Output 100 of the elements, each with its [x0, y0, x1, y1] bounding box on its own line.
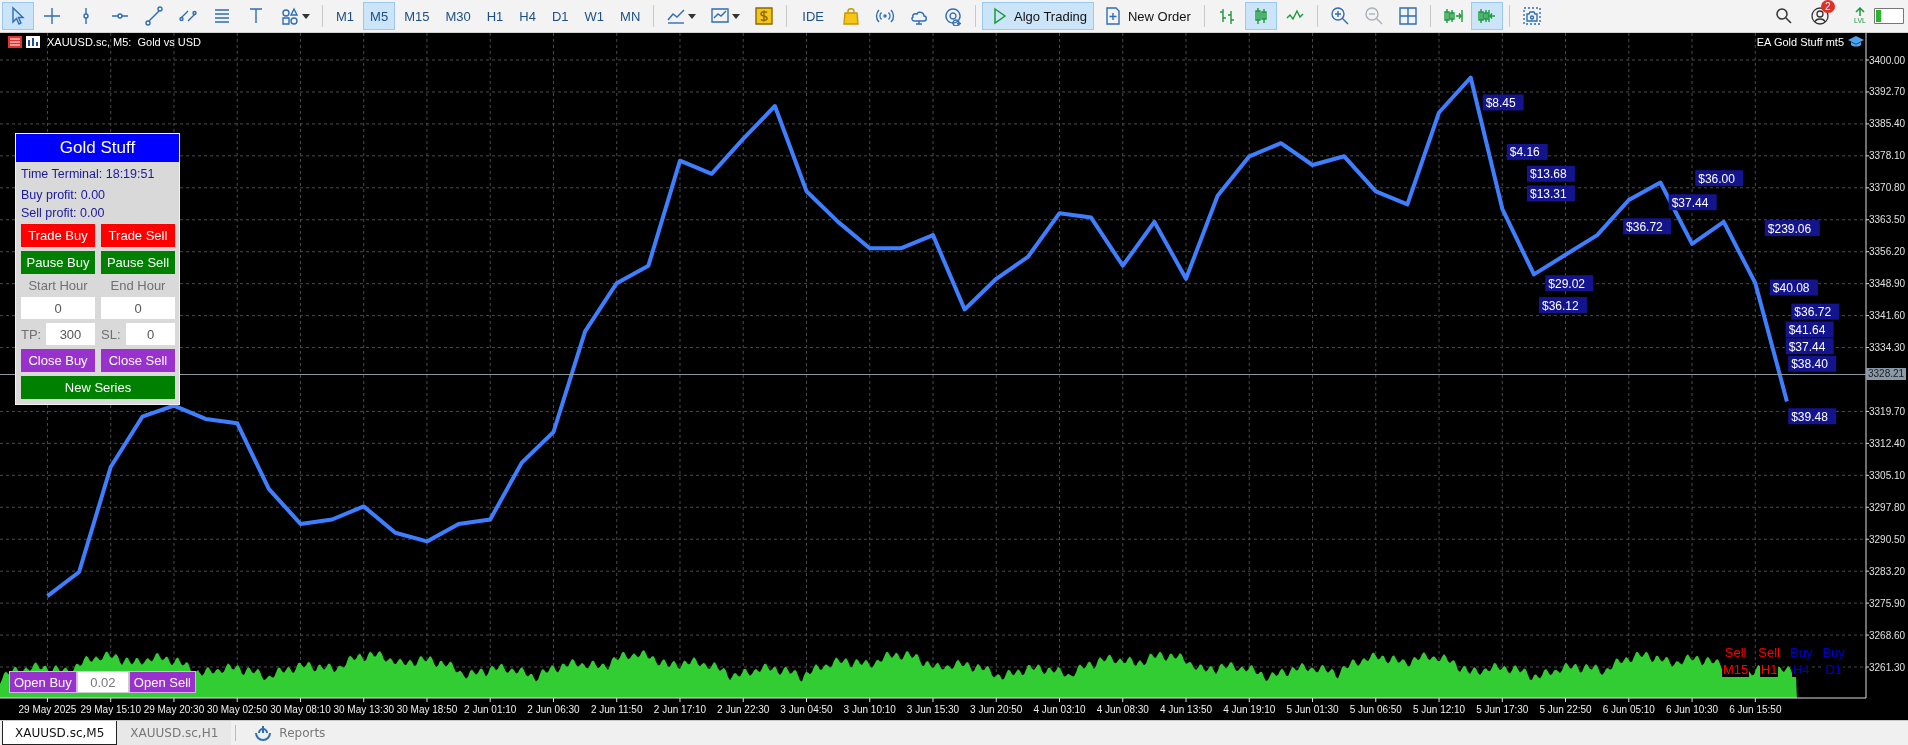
timeframe-button[interactable]: H1 — [479, 2, 511, 30]
time-axis-label: 30 May 08:10 — [270, 704, 331, 715]
annotation: $36.12 — [1541, 298, 1579, 313]
timeframe-button[interactable]: M15 — [397, 2, 437, 30]
time-axis-label: 3 Jun 20:50 — [970, 704, 1023, 715]
profit-label: $37.44 — [1668, 194, 1717, 211]
new-series-button[interactable]: New Series — [21, 376, 175, 399]
price-axis-label: 3297.80 — [1869, 501, 1906, 513]
price-axis-label: 3319.70 — [1869, 405, 1906, 417]
reports-tab[interactable]: Reports — [240, 721, 339, 745]
time-axis-label: 4 Jun 03:10 — [1033, 704, 1086, 715]
search-icon[interactable] — [1774, 6, 1794, 26]
annotation: $4.16 — [1509, 145, 1541, 160]
pause-button[interactable]: Pause Buy — [21, 251, 95, 274]
chart-tab[interactable]: XAUUSD.sc,H1 — [117, 721, 232, 745]
drawing-tool-button[interactable] — [2, 2, 34, 30]
ide-button[interactable]: IDE — [793, 2, 833, 30]
time-axis-label: 6 Jun 05:10 — [1602, 704, 1655, 715]
trade-button[interactable]: Trade Sell — [101, 224, 175, 247]
timeframe-button[interactable]: M30 — [438, 2, 478, 30]
new-order-button[interactable]: New Order — [1096, 2, 1198, 30]
signal-timeframe: M15 — [1722, 662, 1750, 677]
time-axis-label: 2 Jun 01:10 — [464, 704, 517, 715]
open-buy-button[interactable]: Open Buy — [9, 671, 77, 693]
time-axis-label: 4 Jun 19:10 — [1223, 704, 1276, 715]
annotation: $40.08 — [1772, 281, 1810, 296]
start-hour-label: Start Hour — [27, 278, 89, 293]
zoom-out-icon — [1363, 6, 1384, 26]
profit-label: $36.00 — [1695, 170, 1744, 187]
tp-label: TP: — [21, 326, 43, 342]
annotation: $13.68 — [1529, 167, 1567, 182]
end-hour-label: End Hour — [109, 278, 167, 293]
pause-button[interactable]: Pause Sell — [101, 251, 175, 274]
shapes-icon — [280, 6, 300, 26]
timeframe-button[interactable]: M1 — [329, 2, 362, 30]
caret-icon — [302, 12, 310, 20]
time-axis-label: 30 May 18:50 — [396, 704, 458, 715]
chart-tab[interactable]: XAUUSD.sc,M5 — [2, 721, 118, 745]
reports-icon — [253, 723, 274, 743]
timeframe-button[interactable]: H4 — [512, 2, 543, 30]
start-hour-field[interactable]: 0 — [21, 297, 95, 319]
price-axis-label: 3348.90 — [1869, 278, 1906, 290]
time-axis-label: 2 Jun 11:50 — [590, 704, 643, 715]
timeframe-button[interactable]: D1 — [544, 2, 576, 30]
stop-loss-field[interactable]: 0 — [126, 323, 175, 345]
current-price-tag: 3328.21 — [1866, 368, 1906, 381]
chart-title: XAUUSD.sc, M5: Gold vs USD — [47, 36, 202, 48]
time-axis-label: 5 Jun 12:10 — [1412, 704, 1466, 715]
time-axis-label: 6 Jun 15:50 — [1729, 704, 1782, 715]
profit-label: $39.48 — [1788, 408, 1837, 425]
price-axis-label: 3392.70 — [1869, 86, 1906, 98]
price-axis-label: 3356.20 — [1869, 246, 1906, 258]
signal-timeframe: D1 — [1824, 662, 1843, 677]
price-axis-label: 3305.10 — [1869, 469, 1906, 481]
timeframe-button[interactable]: W1 — [577, 2, 612, 30]
caret-icon — [732, 12, 741, 20]
time-axis-label: 4 Jun 13:50 — [1159, 704, 1213, 715]
annotation: $36.72 — [1794, 305, 1832, 320]
view-tool-button[interactable] — [1244, 2, 1277, 30]
profit-label: $36.72 — [1623, 218, 1672, 235]
price-axis-label: 3261.30 — [1869, 661, 1906, 673]
caret-icon — [688, 12, 697, 20]
time-axis-label: 29 May 2025 — [18, 704, 77, 715]
annotation: $29.02 — [1548, 276, 1586, 291]
time-axis-label: 5 Jun 01:30 — [1286, 704, 1339, 715]
close-button[interactable]: Close Buy — [21, 349, 95, 372]
buy-profit: Buy profit: 0.00 — [21, 188, 107, 202]
signal-label: Sell — [1757, 645, 1781, 660]
open-sell-button[interactable]: Open Sell — [128, 671, 196, 693]
time-axis-label: 6 Jun 10:30 — [1665, 704, 1719, 715]
annotation: $8.45 — [1485, 95, 1517, 110]
end-hour-field[interactable]: 0 — [101, 297, 175, 319]
profit-label: $36.12 — [1539, 297, 1587, 314]
time-axis-label: 30 May 13:30 — [333, 704, 394, 715]
timeframe-button[interactable]: MN — [613, 2, 648, 30]
time-axis-label: 5 Jun 06:50 — [1349, 704, 1402, 715]
price-axis-label: 3378.10 — [1869, 150, 1906, 162]
time-axis-label: 2 Jun 06:30 — [527, 704, 580, 715]
timeframe-button[interactable]: M5 — [363, 2, 396, 30]
time-axis-label: 4 Jun 08:30 — [1096, 704, 1149, 715]
annotation: $36.00 — [1698, 171, 1736, 186]
take-profit-field[interactable]: 300 — [46, 323, 95, 345]
chart-shift-icon — [1476, 6, 1497, 26]
upload-arrow-icon — [1854, 7, 1866, 17]
bar-chart-icon — [26, 36, 40, 48]
expert-name: EA Gold Stuff mt5 — [1756, 36, 1844, 48]
profit-label: $29.02 — [1545, 275, 1594, 292]
algo-trading-button[interactable]: Algo Trading — [982, 2, 1094, 30]
price-axis-label: 3268.60 — [1869, 629, 1906, 641]
panel-title: Gold Stuff — [16, 134, 179, 162]
trade-button[interactable]: Trade Buy — [21, 224, 95, 247]
annotation: $37.44 — [1788, 339, 1826, 354]
trend-line-icon — [144, 6, 164, 26]
grid-icon — [1397, 6, 1418, 26]
bag-icon — [841, 6, 861, 26]
view-tool-button[interactable] — [1470, 2, 1503, 30]
lot-size-field[interactable]: 0.02 — [76, 671, 129, 693]
profit-label: $8.45 — [1482, 94, 1524, 111]
profit-label: $239.06 — [1764, 220, 1820, 237]
close-button[interactable]: Close Sell — [101, 349, 175, 372]
